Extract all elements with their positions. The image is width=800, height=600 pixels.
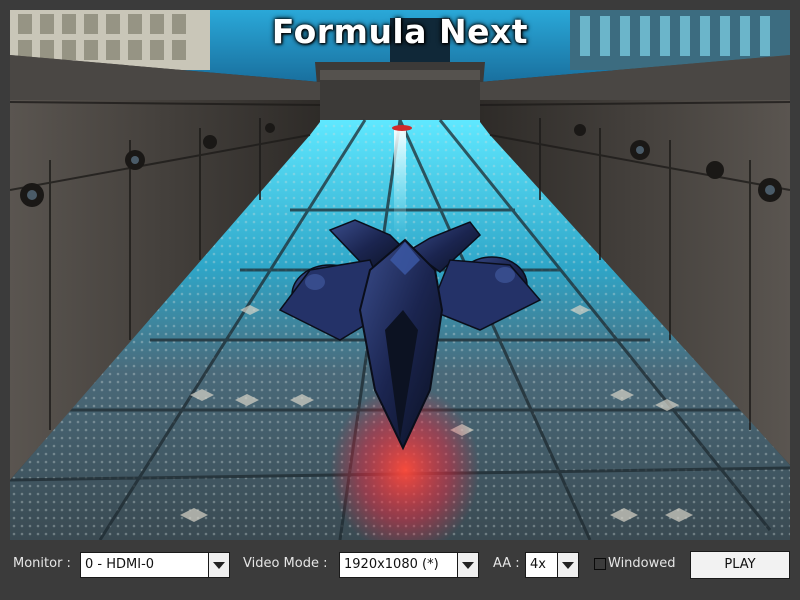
chevron-down-icon[interactable] [208, 553, 229, 577]
aa-select[interactable]: 4x [525, 552, 579, 578]
aa-label: AA : [493, 556, 520, 571]
launcher-toolbar: Monitor : 0 - HDMI-0 Video Mode : 1920x1… [0, 540, 800, 600]
video-mode-select[interactable]: 1920x1080 (*) [339, 552, 479, 578]
windowed-checkbox[interactable] [594, 558, 606, 570]
monitor-select[interactable]: 0 - HDMI-0 [80, 552, 230, 578]
aa-value: 4x [530, 557, 546, 572]
game-preview-scene [10, 10, 790, 540]
windowed-label[interactable]: Windowed [608, 556, 676, 571]
play-button[interactable]: PLAY [690, 551, 790, 579]
video-mode-value: 1920x1080 (*) [344, 557, 439, 572]
chevron-down-icon[interactable] [557, 553, 578, 577]
preview-render [10, 10, 790, 540]
game-title: Formula Next [271, 12, 529, 51]
chevron-down-icon[interactable] [457, 553, 478, 577]
video-mode-label: Video Mode : [243, 556, 328, 571]
monitor-label: Monitor : [13, 556, 71, 571]
monitor-value: 0 - HDMI-0 [85, 557, 155, 572]
